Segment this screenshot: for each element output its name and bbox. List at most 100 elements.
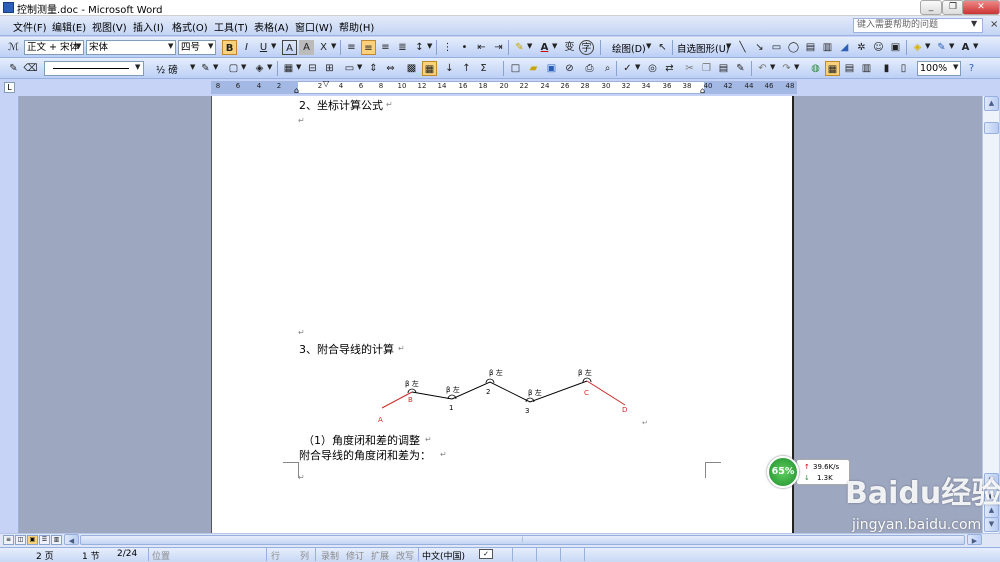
eraser-icon[interactable]: ⌫ [23, 61, 38, 76]
draw-table-icon[interactable]: ✎ [6, 61, 21, 76]
translate-icon[interactable]: ⇄ [662, 61, 677, 76]
style-dropdown-icon[interactable]: ▼ [76, 42, 81, 50]
vertical-textbox-icon[interactable]: ▥ [820, 40, 835, 55]
print-view-icon[interactable]: ▣ [27, 535, 38, 545]
diagram-icon[interactable]: ✲ [854, 40, 869, 55]
show-gridlines-icon[interactable]: ▦ [422, 61, 437, 76]
menu-table[interactable]: 表格(A) [254, 19, 289, 34]
line-style-select[interactable] [44, 61, 144, 76]
help-dropdown-icon[interactable]: ▼ [971, 19, 977, 28]
rectangle-tool-icon[interactable]: ▭ [769, 40, 784, 55]
shape-font-color-icon[interactable]: A [958, 40, 973, 55]
bold-button[interactable]: B [222, 40, 237, 55]
menu-format[interactable]: 格式(O) [172, 19, 208, 34]
menu-view[interactable]: 视图(V) [92, 19, 127, 34]
sort-descending-icon[interactable]: ↑ [459, 61, 474, 76]
permission-icon[interactable]: ⊘ [562, 61, 577, 76]
bullets-icon[interactable]: • [457, 40, 472, 55]
menu-insert[interactable]: 插入(I) [133, 19, 164, 34]
shape-font-color-dropdown-icon[interactable]: ▼ [973, 42, 978, 50]
autosum-icon[interactable]: Σ [476, 61, 491, 76]
spelling-dropdown-icon[interactable]: ▼ [635, 63, 640, 71]
menu-file[interactable]: 文件(F) [13, 19, 47, 34]
wordart-icon[interactable]: ◢ [837, 40, 852, 55]
line-width-dropdown-icon[interactable]: ▼ [190, 63, 195, 71]
distribute-rows-icon[interactable]: ⇕ [366, 61, 381, 76]
format-painter-icon[interactable]: ✎ [733, 61, 748, 76]
spelling-status-icon[interactable]: ✓ [479, 549, 493, 559]
oval-tool-icon[interactable]: ◯ [786, 40, 801, 55]
insert-excel-icon[interactable]: ▥ [859, 61, 874, 76]
drawing-toggle-icon[interactable]: ▯ [896, 61, 911, 76]
merge-cells-icon[interactable]: ⊟ [305, 61, 320, 76]
textbox-tool-icon[interactable]: ▤ [803, 40, 818, 55]
normal-view-icon[interactable]: ≡ [3, 535, 14, 545]
print-icon[interactable]: ⎙ [582, 61, 597, 76]
font-select[interactable]: 宋体 [86, 40, 176, 55]
text-angle-closure[interactable]: 附合导线的角度闭和差为： [299, 447, 431, 463]
table-autoformat-icon[interactable]: ▩ [404, 61, 419, 76]
shading-dropdown-icon[interactable]: ▼ [267, 63, 272, 71]
select-objects-icon[interactable]: ↖ [655, 40, 670, 55]
network-speed-panel[interactable]: ↑ 39.6K/s ↓ 1.3K [796, 459, 850, 485]
scroll-left-icon[interactable]: ◀ [64, 534, 79, 545]
line-width-select[interactable]: ½ 磅 [156, 62, 178, 76]
word-app-icon[interactable] [3, 2, 14, 13]
open-icon[interactable]: ▰ [526, 61, 541, 76]
outline-view-icon[interactable]: ☰ [39, 535, 50, 545]
sort-ascending-icon[interactable]: ↓ [442, 61, 457, 76]
char-scale-dropdown-icon[interactable]: ▼ [331, 42, 336, 50]
new-document-icon[interactable]: □ [508, 61, 523, 76]
cut-icon[interactable]: ✂ [682, 61, 697, 76]
style-select[interactable]: 正文 + 宋体 [24, 40, 84, 55]
scroll-up-icon[interactable]: ▲ [984, 96, 999, 111]
fill-color-icon[interactable]: ◈ [910, 40, 925, 55]
paste-icon[interactable]: ▤ [716, 61, 731, 76]
insert-table-dropdown-icon[interactable]: ▼ [296, 63, 301, 71]
line-spacing-icon[interactable]: ↕ [412, 40, 427, 55]
line-color-dropdown-icon[interactable]: ▼ [949, 42, 954, 50]
highlight-icon[interactable]: ✎ [512, 40, 527, 55]
numbering-icon[interactable]: ⋮ [440, 40, 455, 55]
align-right-icon[interactable]: ≡ [378, 40, 393, 55]
char-shading-button[interactable]: A [299, 40, 314, 55]
outside-border-icon[interactable]: ▢ [226, 61, 241, 76]
traverse-diagram[interactable]: β 左 β 左 β 左 β 左 β 左 A B 1 2 3 C D ↵ [370, 362, 650, 432]
left-indent-marker[interactable]: ⌂ [294, 86, 299, 95]
drawing-menu-button[interactable]: 绘图(D) [612, 41, 646, 55]
menu-tools[interactable]: 工具(T) [214, 19, 248, 34]
help-icon[interactable]: ? [964, 61, 979, 76]
scroll-right-icon[interactable]: ▶ [967, 534, 982, 545]
columns-icon[interactable]: ▮ [879, 61, 894, 76]
spelling-icon[interactable]: ✓ [620, 61, 635, 76]
size-dropdown-icon[interactable]: ▼ [208, 42, 213, 50]
decrease-indent-icon[interactable]: ⇤ [474, 40, 489, 55]
redo-icon[interactable]: ↷ [779, 61, 794, 76]
subheading-angle-adjustment[interactable]: （1）角度闭和差的调整 [303, 432, 420, 448]
heading-coordinate-formula[interactable]: 2、坐标计算公式 [299, 97, 383, 113]
reading-view-icon[interactable]: ▥ [51, 535, 62, 545]
research-icon[interactable]: ◎ [645, 61, 660, 76]
close-button[interactable]: ✕ [962, 0, 1000, 15]
align-left-icon[interactable]: ≡ [344, 40, 359, 55]
tab-selector[interactable]: L [4, 82, 15, 93]
menu-help[interactable]: 帮助(H) [339, 19, 374, 34]
copy-icon[interactable]: ❐ [699, 61, 714, 76]
restore-button[interactable]: ❐ [942, 0, 964, 15]
align-center-icon[interactable]: ≡ [361, 40, 376, 55]
fill-color-dropdown-icon[interactable]: ▼ [925, 42, 930, 50]
insert-table-icon[interactable]: ▦ [281, 61, 296, 76]
autoshapes-menu-button[interactable]: 自选图形(U) [677, 41, 729, 55]
border-color-icon[interactable]: ✎ [198, 61, 213, 76]
styles-pane-icon[interactable]: ℳ [6, 40, 21, 55]
line-tool-icon[interactable]: ╲ [735, 40, 750, 55]
font-color-dropdown-icon[interactable]: ▼ [552, 42, 557, 50]
shading-color-icon[interactable]: ◈ [252, 61, 267, 76]
italic-button[interactable]: I [239, 40, 254, 55]
clipart-icon[interactable]: ☺ [871, 40, 886, 55]
drawing-dropdown-icon[interactable]: ▼ [646, 42, 651, 50]
status-language[interactable]: 中文(中国) [422, 549, 465, 562]
status-record-macro[interactable]: 录制 [321, 549, 339, 562]
underline-button[interactable]: U [256, 40, 271, 55]
document-close-icon[interactable]: × [990, 19, 998, 30]
